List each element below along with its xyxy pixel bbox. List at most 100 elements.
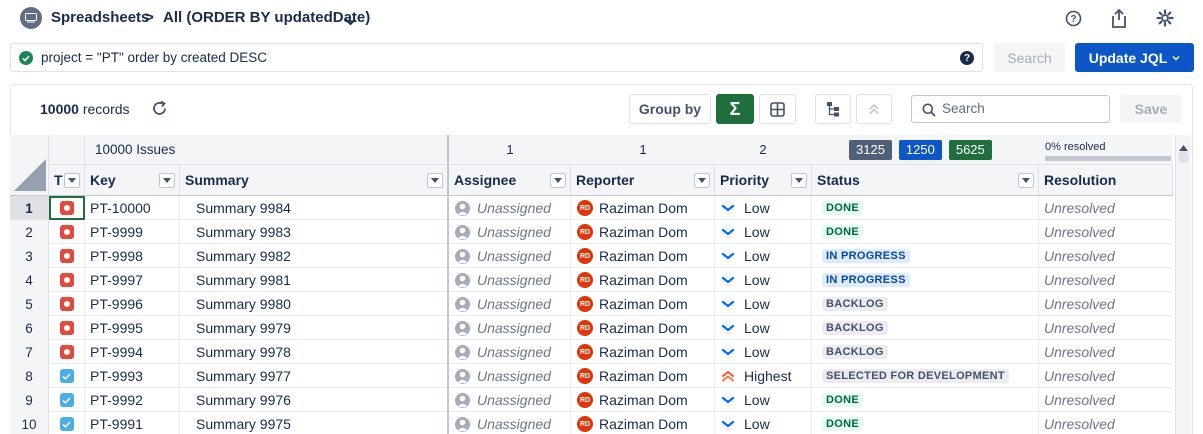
row-number[interactable]: 4	[10, 268, 49, 292]
type-cell[interactable]	[49, 268, 85, 292]
resolution-cell[interactable]: Unresolved	[1039, 388, 1173, 412]
type-cell[interactable]	[49, 244, 85, 268]
priority-cell[interactable]: Low	[715, 268, 812, 292]
scrollbar-thumb[interactable]	[1178, 151, 1189, 163]
priority-cell[interactable]: Low	[715, 196, 812, 220]
summary-cell[interactable]: Summary 9982	[180, 244, 448, 268]
table-row[interactable]: 10 PT-9991 Summary 9975 Unassigned RD Raziman…	[10, 412, 1173, 434]
priority-cell[interactable]: Highest	[715, 364, 812, 388]
assignee-cell[interactable]: Unassigned	[449, 292, 571, 316]
priority-cell[interactable]: Low	[715, 412, 812, 434]
column-menu-icon[interactable]	[791, 173, 807, 188]
reporter-cell[interactable]: RD Raziman Dom	[571, 292, 715, 316]
type-cell[interactable]	[49, 412, 85, 434]
assignee-cell[interactable]: Unassigned	[449, 220, 571, 244]
hierarchy-button[interactable]	[815, 94, 851, 124]
row-number[interactable]: 8	[10, 364, 49, 388]
reporter-cell[interactable]: RD Raziman Dom	[571, 364, 715, 388]
collapse-button[interactable]	[856, 94, 892, 124]
search-button[interactable]: Search	[994, 43, 1065, 72]
resolution-cell[interactable]: Unresolved	[1039, 412, 1173, 434]
type-cell[interactable]	[49, 364, 85, 388]
table-row[interactable]: 1 PT-10000 Summary 9984 Unassigned RD Raziman…	[10, 196, 1173, 220]
column-header-summary[interactable]: Summary	[180, 165, 448, 195]
assignee-cell[interactable]: Unassigned	[449, 364, 571, 388]
status-cell[interactable]: IN PROGRESS	[812, 268, 1039, 292]
column-header-status[interactable]: Status	[812, 165, 1039, 195]
row-number[interactable]: 1	[10, 196, 49, 220]
summary-cell[interactable]: Summary 9976	[180, 388, 448, 412]
column-header-key[interactable]: Key	[85, 165, 180, 195]
row-number[interactable]: 10	[10, 412, 49, 434]
reporter-cell[interactable]: RD Raziman Dom	[571, 244, 715, 268]
resolution-cell[interactable]: Unresolved	[1039, 268, 1173, 292]
column-menu-icon[interactable]	[1018, 173, 1034, 188]
priority-cell[interactable]: Low	[715, 316, 812, 340]
jql-help-icon[interactable]: ?	[960, 51, 974, 65]
table-row[interactable]: 9 PT-9992 Summary 9976 Unassigned RD Raziman …	[10, 388, 1173, 412]
reporter-cell[interactable]: RD Raziman Dom	[571, 388, 715, 412]
status-cell[interactable]: DONE	[812, 412, 1039, 434]
key-cell[interactable]: PT-9997	[85, 268, 180, 292]
status-cell[interactable]: IN PROGRESS	[812, 244, 1039, 268]
priority-cell[interactable]: Low	[715, 220, 812, 244]
status-cell[interactable]: DONE	[812, 388, 1039, 412]
column-header-type[interactable]: T	[49, 165, 85, 195]
chevron-down-icon[interactable]	[345, 13, 356, 29]
save-button[interactable]: Save	[1120, 95, 1182, 123]
row-number[interactable]: 2	[10, 220, 49, 244]
app-title[interactable]: Spreadsheets	[51, 9, 149, 26]
table-row[interactable]: 8 PT-9993 Summary 9977 Unassigned RD Raziman …	[10, 364, 1173, 388]
status-cell[interactable]: BACKLOG	[812, 340, 1039, 364]
row-number[interactable]: 9	[10, 388, 49, 412]
key-cell[interactable]: PT-9993	[85, 364, 180, 388]
type-cell[interactable]	[49, 292, 85, 316]
column-menu-icon[interactable]	[550, 173, 566, 188]
type-cell[interactable]	[49, 220, 85, 244]
resolution-cell[interactable]: Unresolved	[1039, 364, 1173, 388]
reporter-cell[interactable]: RD Raziman Dom	[571, 220, 715, 244]
gear-icon[interactable]	[1155, 8, 1175, 28]
key-cell[interactable]: PT-9996	[85, 292, 180, 316]
select-all-corner[interactable]	[10, 135, 49, 196]
priority-cell[interactable]: Low	[715, 340, 812, 364]
assignee-cell[interactable]: Unassigned	[449, 268, 571, 292]
key-cell[interactable]: PT-9994	[85, 340, 180, 364]
key-cell[interactable]: PT-9998	[85, 244, 180, 268]
vertical-scrollbar[interactable]	[1175, 135, 1191, 434]
column-menu-icon[interactable]	[159, 173, 175, 188]
type-cell[interactable]	[49, 340, 85, 364]
resolution-cell[interactable]: Unresolved	[1039, 244, 1173, 268]
status-cell[interactable]: DONE	[812, 196, 1039, 220]
help-icon[interactable]: ?	[1063, 8, 1083, 28]
priority-cell[interactable]: Low	[715, 388, 812, 412]
summary-cell[interactable]: Summary 9981	[180, 268, 448, 292]
search-field[interactable]	[911, 95, 1110, 123]
column-menu-icon[interactable]	[694, 173, 710, 188]
reporter-cell[interactable]: RD Raziman Dom	[571, 196, 715, 220]
assignee-cell[interactable]: Unassigned	[449, 412, 571, 434]
summary-cell[interactable]: Summary 9983	[180, 220, 448, 244]
row-number[interactable]: 3	[10, 244, 49, 268]
table-row[interactable]: 7 PT-9994 Summary 9978 Unassigned RD Raziman …	[10, 340, 1173, 364]
assignee-cell[interactable]: Unassigned	[449, 340, 571, 364]
type-cell[interactable]	[49, 388, 85, 412]
table-row[interactable]: 4 PT-9997 Summary 9981 Unassigned RD Raziman …	[10, 268, 1173, 292]
key-cell[interactable]: PT-9995	[85, 316, 180, 340]
priority-cell[interactable]: Low	[715, 292, 812, 316]
frozen-columns-divider[interactable]	[447, 135, 449, 434]
row-number[interactable]: 7	[10, 340, 49, 364]
jql-input[interactable]: project = "PT" order by created DESC ?	[10, 43, 983, 72]
key-cell[interactable]: PT-10000	[85, 196, 180, 220]
assignee-cell[interactable]: Unassigned	[449, 244, 571, 268]
group-by-button[interactable]: Group by	[629, 94, 711, 124]
resolution-cell[interactable]: Unresolved	[1039, 292, 1173, 316]
status-cell[interactable]: BACKLOG	[812, 316, 1039, 340]
refresh-icon[interactable]	[151, 100, 168, 120]
column-header-reporter[interactable]: Reporter	[571, 165, 715, 195]
table-row[interactable]: 3 PT-9998 Summary 9982 Unassigned RD Raziman …	[10, 244, 1173, 268]
view-selector[interactable]: All (ORDER BY updatedDate)	[163, 9, 370, 26]
reporter-cell[interactable]: RD Raziman Dom	[571, 316, 715, 340]
key-cell[interactable]: PT-9992	[85, 388, 180, 412]
summary-cell[interactable]: Summary 9979	[180, 316, 448, 340]
